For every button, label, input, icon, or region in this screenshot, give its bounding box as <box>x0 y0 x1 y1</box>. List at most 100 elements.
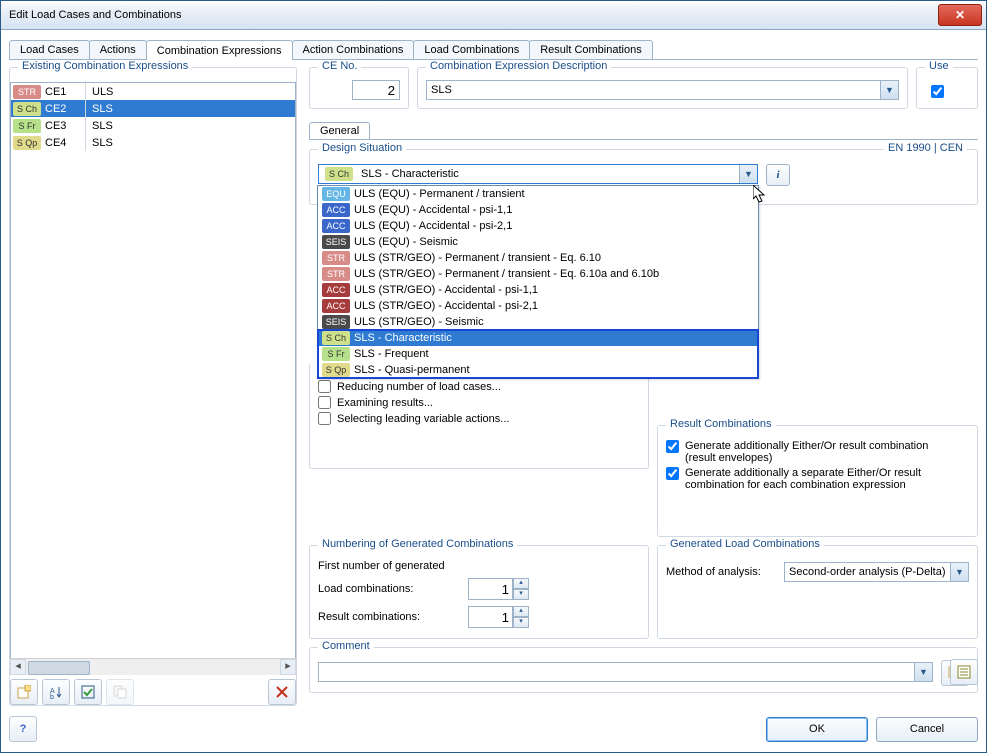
comment-dropdown[interactable]: ▼ <box>318 662 933 682</box>
checkbox-label: Examining results... <box>337 397 433 409</box>
option-text: SLS - Frequent <box>354 348 429 360</box>
list-item[interactable]: STRCE1ULS <box>11 83 295 100</box>
option-text: ULS (EQU) - Accidental - psi-2,1 <box>354 220 512 232</box>
design-option[interactable]: SEISULS (EQU) - Seismic <box>318 234 758 250</box>
chevron-down-icon[interactable]: ▼ <box>880 81 898 99</box>
expression-list[interactable]: STRCE1ULSS ChCE2SLSS FrCE3SLSS QpCE4SLS <box>10 82 296 667</box>
load-combinations-input[interactable] <box>468 578 513 600</box>
help-button[interactable]: ? <box>9 716 37 742</box>
checkbox[interactable] <box>666 467 679 480</box>
list-item-tag: S Fr <box>13 119 41 133</box>
design-option[interactable]: S Qp SLS - Quasi-permanent <box>318 362 758 378</box>
option-text: ULS (EQU) - Accidental - psi-1,1 <box>354 204 512 216</box>
option-text: ULS (STR/GEO) - Permanent / transient - … <box>354 252 601 264</box>
result-combinations-title: Result Combinations <box>666 418 776 430</box>
tab-result-combinations[interactable]: Result Combinations <box>529 40 653 59</box>
reduce-option[interactable]: Examining results... <box>318 396 640 409</box>
load-combinations-spinner[interactable]: ▴▾ <box>468 578 529 600</box>
ok-button[interactable]: OK <box>766 717 868 742</box>
generated-combinations-group: Generated Load Combinations Method of an… <box>657 545 978 639</box>
result-combinations-spinner[interactable]: ▴▾ <box>468 606 529 628</box>
list-toolbar: Ab <box>10 679 296 705</box>
design-option[interactable]: STR ULS (STR/GEO) - Permanent / transient… <box>318 250 758 266</box>
option-text: ULS (STR/GEO) - Accidental - psi-2,1 <box>354 300 538 312</box>
checkbox-label: Generate additionally a separate Either/… <box>685 467 945 491</box>
tab-load-combinations[interactable]: Load Combinations <box>413 40 530 59</box>
design-option[interactable]: STRULS (STR/GEO) - Permanent / transient… <box>318 266 758 282</box>
reduce-option[interactable]: Selecting leading variable actions... <box>318 412 640 425</box>
dialog-footer: ? OK Cancel <box>9 714 978 744</box>
design-situation-dropdown[interactable]: S ChSLS - Characteristic ▼ <box>318 164 758 184</box>
checkbox-label: Reducing number of load cases... <box>337 381 501 393</box>
use-checkbox[interactable] <box>931 85 944 98</box>
spin-up-icon[interactable]: ▴ <box>513 606 529 617</box>
checkbox[interactable] <box>318 412 331 425</box>
spin-down-icon[interactable]: ▾ <box>513 617 529 628</box>
option-tag: STR <box>322 251 350 265</box>
tab-general[interactable]: General <box>309 122 370 139</box>
titlebar: Edit Load Cases and Combinations ✕ <box>1 1 986 30</box>
new-expression-button[interactable] <box>10 679 38 705</box>
list-item-tag: S Qp <box>13 136 41 150</box>
option-text: SLS - Characteristic <box>354 332 452 344</box>
description-dropdown[interactable]: SLS ▼ <box>426 80 899 100</box>
sort-button[interactable]: Ab <box>42 679 70 705</box>
details-button[interactable] <box>950 659 978 685</box>
list-item-desc: ULS <box>92 86 113 98</box>
delete-button[interactable] <box>268 679 296 705</box>
scroll-left-arrow[interactable]: ◂ <box>10 659 26 675</box>
list-item[interactable]: S ChCE2SLS <box>11 100 295 117</box>
tab-actions[interactable]: Actions <box>89 40 147 59</box>
design-option[interactable]: ACCULS (EQU) - Accidental - psi-1,1 <box>318 202 758 218</box>
chevron-down-icon[interactable]: ▼ <box>914 663 932 681</box>
horizontal-scrollbar[interactable]: ◂ ▸ <box>10 658 296 675</box>
checkbox-label: Selecting leading variable actions... <box>337 413 509 425</box>
cancel-button[interactable]: Cancel <box>876 717 978 742</box>
design-situation-list[interactable]: EQUULS (EQU) - Permanent / transientACCU… <box>317 185 759 379</box>
checkbox[interactable] <box>318 380 331 393</box>
spin-down-icon[interactable]: ▾ <box>513 589 529 600</box>
design-option[interactable]: ACCULS (STR/GEO) - Accidental - psi-2,1 <box>318 298 758 314</box>
design-option[interactable]: S FrSLS - Frequent <box>318 346 758 362</box>
result-combinations-input[interactable] <box>468 606 513 628</box>
checkbox[interactable] <box>318 396 331 409</box>
list-item[interactable]: S QpCE4SLS <box>11 134 295 151</box>
ce-no-label: CE No. <box>318 60 361 72</box>
spin-up-icon[interactable]: ▴ <box>513 578 529 589</box>
result-combinations-group: Result Combinations Generate additionall… <box>657 425 978 537</box>
design-option[interactable]: ACC ULS (EQU) - Accidental - psi-2,1 <box>318 218 758 234</box>
result-option[interactable]: Generate additionally Either/Or result c… <box>666 440 969 464</box>
design-option[interactable]: EQUULS (EQU) - Permanent / transient <box>318 186 758 202</box>
select-all-button[interactable] <box>74 679 102 705</box>
close-button[interactable]: ✕ <box>938 4 982 26</box>
list-item[interactable]: S FrCE3SLS <box>11 117 295 134</box>
ce-no-field <box>352 80 400 100</box>
dialog-window: Edit Load Cases and Combinations ✕ Load … <box>0 0 987 753</box>
svg-text:b: b <box>50 694 54 699</box>
scroll-thumb[interactable] <box>28 661 90 675</box>
tab-load-cases[interactable]: Load Cases <box>9 40 90 59</box>
chevron-down-icon[interactable]: ▼ <box>950 563 968 581</box>
tab-action-combinations[interactable]: Action Combinations <box>292 40 415 59</box>
chevron-down-icon[interactable]: ▼ <box>739 165 757 183</box>
design-option[interactable]: SEISULS (STR/GEO) - Seismic <box>318 314 758 330</box>
result-option[interactable]: Generate additionally a separate Either/… <box>666 467 969 491</box>
option-tag: S Qp <box>322 363 350 377</box>
tab-combination-expressions[interactable]: Combination Expressions <box>146 40 293 60</box>
design-selected-tag: S Ch <box>325 167 353 181</box>
method-dropdown[interactable]: Second-order analysis (P-Delta) ▼ <box>784 562 969 582</box>
info-button[interactable]: i <box>766 164 790 186</box>
list-item-tag: S Ch <box>13 102 41 116</box>
description-value: SLS <box>427 84 452 96</box>
existing-expressions-title: Existing Combination Expressions <box>18 60 192 72</box>
scroll-right-arrow[interactable]: ▸ <box>280 659 296 675</box>
option-tag: EQU <box>322 187 350 201</box>
option-tag: ACC <box>322 219 350 233</box>
reduce-option[interactable]: Reducing number of load cases... <box>318 380 640 393</box>
design-option[interactable]: S ChSLS - Characteristic <box>318 330 758 346</box>
design-option[interactable]: ACCULS (STR/GEO) - Accidental - psi-1,1 <box>318 282 758 298</box>
checkbox[interactable] <box>666 440 679 453</box>
description-group: Combination Expression Description SLS ▼ <box>417 67 908 109</box>
option-text: SLS - Quasi-permanent <box>354 364 470 376</box>
checkbox-label: Generate additionally Either/Or result c… <box>685 440 945 464</box>
